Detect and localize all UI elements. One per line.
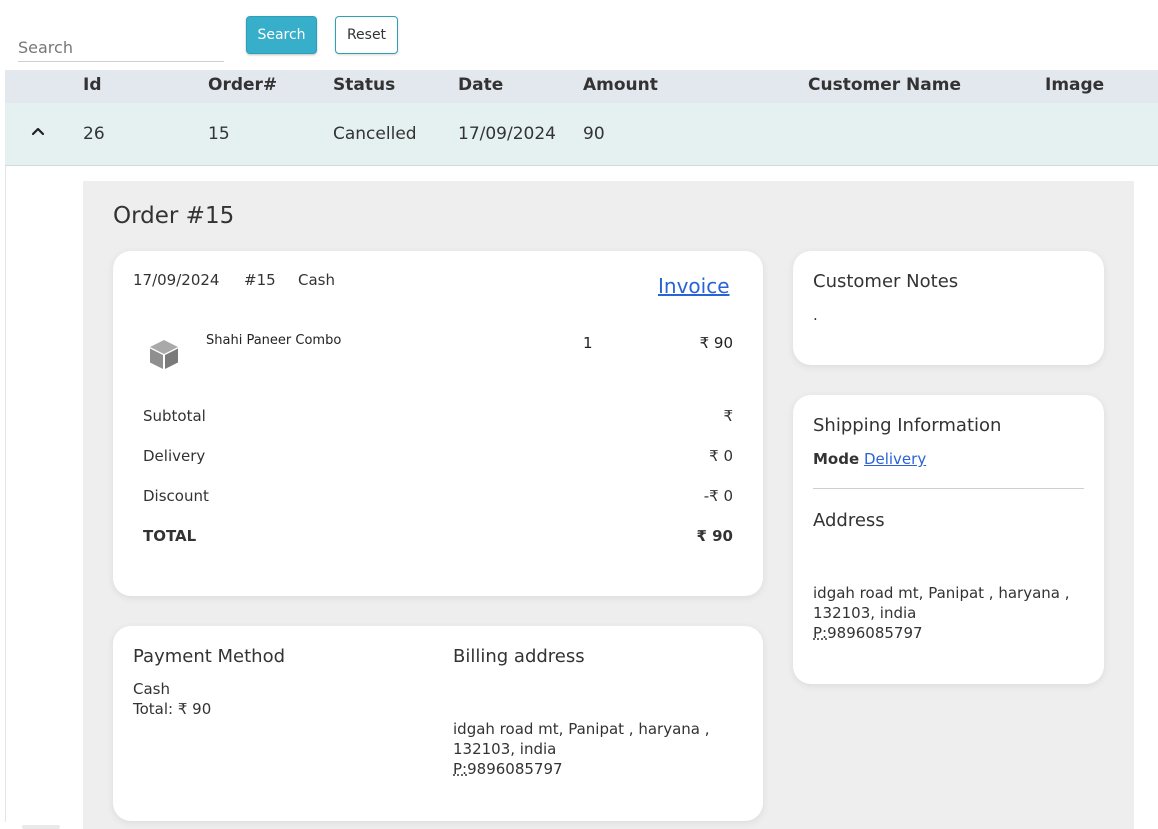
subtotal-label: Subtotal xyxy=(143,407,206,425)
column-header-order[interactable]: Order# xyxy=(208,75,277,95)
table-header: Id Order# Status Date Amount Customer Na… xyxy=(5,70,1158,103)
item-price: ₹ 90 xyxy=(699,334,733,352)
search-field-wrapper xyxy=(18,30,224,62)
collapse-chevron-up-icon[interactable] xyxy=(30,121,46,141)
discount-value: -₹ 0 xyxy=(703,487,733,505)
invoice-link[interactable]: Invoice xyxy=(658,274,730,298)
search-input[interactable] xyxy=(18,30,224,61)
item-quantity: 1 xyxy=(583,334,593,352)
cell-amount: 90 xyxy=(583,124,605,144)
order-date: 17/09/2024 xyxy=(133,271,220,289)
shipping-information-title: Shipping Information xyxy=(813,415,1002,436)
customer-notes-text: . xyxy=(813,306,818,324)
box-icon xyxy=(147,337,181,371)
shipping-phone: P:9896085797 xyxy=(813,623,1093,643)
billing-phone-number: 9896085797 xyxy=(467,760,563,778)
column-header-status[interactable]: Status xyxy=(333,75,395,95)
shipping-divider xyxy=(813,488,1084,489)
payment-method-value: Cash xyxy=(133,680,170,698)
billing-address: idgah road mt, Panipat , haryana , 13210… xyxy=(453,719,753,779)
discount-label: Discount xyxy=(143,487,209,505)
shipping-address: idgah road mt, Panipat , haryana , 13210… xyxy=(813,583,1093,643)
order-title: Order #15 xyxy=(113,203,235,229)
column-header-image[interactable]: Image xyxy=(1045,75,1104,95)
table-row[interactable]: 26 15 Cancelled 17/09/2024 90 xyxy=(5,103,1158,166)
column-header-customer-name[interactable]: Customer Name xyxy=(808,75,961,95)
total-label: TOTAL xyxy=(143,527,197,545)
customer-notes-card: Customer Notes . xyxy=(793,251,1104,365)
delivery-label: Delivery xyxy=(143,447,206,465)
order-detail-panel: Order #15 17/09/2024 #15 Cash Invoice Sh… xyxy=(83,181,1134,829)
billing-address-line1: idgah road mt, Panipat , haryana , xyxy=(453,720,710,738)
phone-abbreviation: P: xyxy=(453,760,468,778)
customer-notes-title: Customer Notes xyxy=(813,271,959,292)
billing-address-title: Billing address xyxy=(453,646,585,667)
search-button[interactable]: Search xyxy=(246,16,317,54)
delivery-value: ₹ 0 xyxy=(709,447,733,465)
shipping-mode-link[interactable]: Delivery xyxy=(864,450,926,468)
payment-total: Total: ₹ 90 xyxy=(133,700,212,718)
phone-abbreviation: P: xyxy=(813,624,828,642)
subtotal-value: ₹ xyxy=(723,407,733,425)
shipping-information-card: Shipping Information Mode Delivery Addre… xyxy=(793,395,1104,684)
table-left-border xyxy=(5,70,6,822)
payment-method-title: Payment Method xyxy=(133,646,286,667)
order-payment-method: Cash xyxy=(298,271,335,289)
column-header-date[interactable]: Date xyxy=(458,75,503,95)
cell-date: 17/09/2024 xyxy=(458,124,556,144)
shipping-address-line2: 132103, india xyxy=(813,604,917,622)
shipping-phone-number: 9896085797 xyxy=(827,624,923,642)
cell-order: 15 xyxy=(208,124,230,144)
column-header-id[interactable]: Id xyxy=(83,75,102,95)
shipping-mode-label: Mode xyxy=(813,450,860,468)
column-header-amount[interactable]: Amount xyxy=(583,75,658,95)
shipping-mode: Mode Delivery xyxy=(813,449,926,469)
cell-status: Cancelled xyxy=(333,124,417,144)
billing-phone: P:9896085797 xyxy=(453,759,753,779)
payment-billing-card: Payment Method Cash Total: ₹ 90 Billing … xyxy=(113,626,763,821)
item-name: Shahi Paneer Combo xyxy=(206,333,342,348)
shipping-address-title: Address xyxy=(813,510,885,531)
total-value: ₹ 90 xyxy=(696,527,733,545)
shipping-address-line1: idgah road mt, Panipat , haryana , xyxy=(813,584,1070,602)
order-number: #15 xyxy=(244,271,276,289)
pagination-stub xyxy=(22,825,60,829)
reset-button[interactable]: Reset xyxy=(335,16,398,54)
order-summary-card: 17/09/2024 #15 Cash Invoice Shahi Paneer… xyxy=(113,251,763,596)
billing-address-line2: 132103, india xyxy=(453,740,557,758)
cell-id: 26 xyxy=(83,124,105,144)
